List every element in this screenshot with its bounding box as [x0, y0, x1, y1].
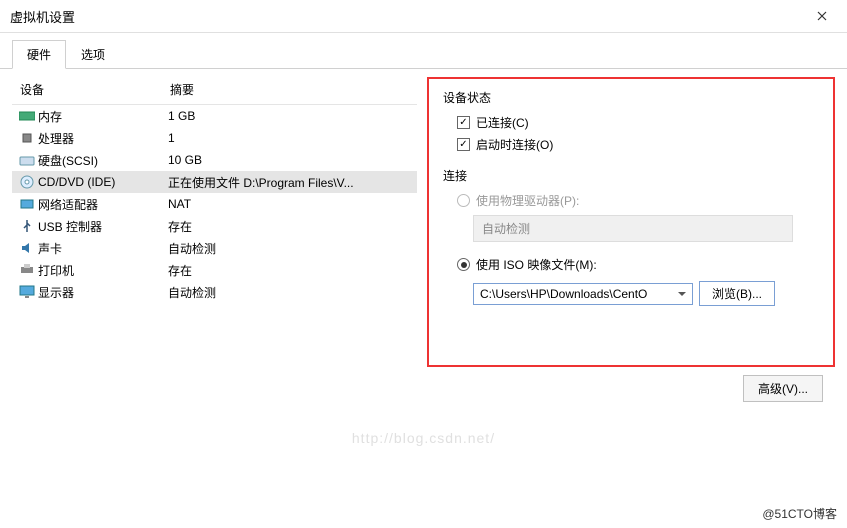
table-row[interactable]: 显示器 自动检测 — [12, 281, 417, 303]
printer-icon — [18, 262, 36, 278]
connected-checkbox[interactable] — [457, 116, 470, 129]
browse-button[interactable]: 浏览(B)... — [699, 281, 775, 306]
table-row[interactable]: 声卡 自动检测 — [12, 237, 417, 259]
table-row[interactable]: 内存 1 GB — [12, 105, 417, 127]
connected-label: 已连接(C) — [476, 114, 529, 131]
tab-hardware[interactable]: 硬件 — [12, 40, 66, 69]
advanced-button[interactable]: 高级(V)... — [743, 375, 823, 402]
cd-icon — [18, 174, 36, 190]
cpu-icon — [18, 130, 36, 146]
iso-file-label: 使用 ISO 映像文件(M): — [476, 256, 597, 273]
tab-options[interactable]: 选项 — [66, 40, 120, 69]
memory-icon — [18, 108, 36, 124]
watermark-text: http://blog.csdn.net/ — [352, 430, 495, 446]
physical-drive-select: 自动检测 — [473, 215, 793, 242]
connect-at-power-checkbox[interactable] — [457, 138, 470, 151]
usb-icon — [18, 218, 36, 234]
physical-drive-label: 使用物理驱动器(P): — [476, 192, 579, 209]
table-row[interactable]: 硬盘(SCSI) 10 GB — [12, 149, 417, 171]
column-summary: 摘要 — [170, 81, 417, 98]
iso-file-radio[interactable] — [457, 258, 470, 271]
iso-path-input[interactable]: C:\Users\HP\Downloads\CentO — [473, 283, 693, 305]
close-button[interactable] — [807, 6, 837, 26]
window-title: 虚拟机设置 — [10, 7, 75, 26]
close-icon — [817, 11, 827, 21]
disk-icon — [18, 152, 36, 168]
connect-at-power-label: 启动时连接(O) — [476, 136, 553, 153]
device-list-panel: 设备 摘要 内存 1 GB 处理器 1 硬盘(SCSI) 10 GB CD/DV… — [12, 77, 417, 367]
table-row[interactable]: 打印机 存在 — [12, 259, 417, 281]
settings-panel: 设备状态 已连接(C) 启动时连接(O) 连接 使用物理驱动器(P): 自动检测… — [427, 77, 835, 367]
connection-title: 连接 — [443, 167, 819, 184]
table-row[interactable]: 网络适配器 NAT — [12, 193, 417, 215]
table-row[interactable]: 处理器 1 — [12, 127, 417, 149]
footer-attribution: @51CTO博客 — [762, 505, 837, 522]
physical-drive-radio[interactable] — [457, 194, 470, 207]
device-status-title: 设备状态 — [443, 89, 819, 106]
column-device: 设备 — [20, 81, 170, 98]
sound-icon — [18, 240, 36, 256]
table-row[interactable]: CD/DVD (IDE) 正在使用文件 D:\Program Files\V..… — [12, 171, 417, 193]
display-icon — [18, 284, 36, 300]
table-row[interactable]: USB 控制器 存在 — [12, 215, 417, 237]
network-icon — [18, 196, 36, 212]
